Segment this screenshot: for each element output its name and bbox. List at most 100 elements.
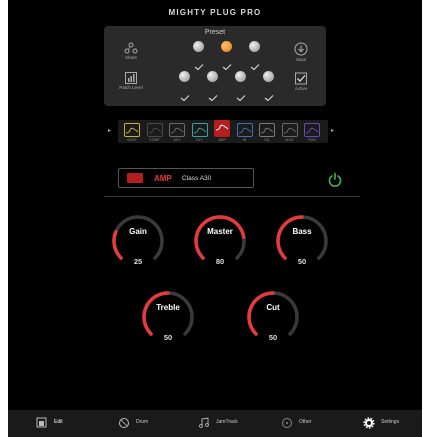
patch-level-icon — [125, 72, 137, 84]
bass-knob-level — [276, 215, 304, 260]
amp-name: AMP — [154, 174, 172, 183]
fx-block-amp[interactable] — [214, 120, 230, 137]
gear-icon — [363, 417, 375, 429]
fx-comp-icon — [148, 127, 161, 134]
preset-2-button[interactable] — [221, 41, 232, 52]
fx-block-comp[interactable] — [146, 123, 163, 137]
app-title: MIGHTY PLUG PRO — [168, 8, 262, 17]
save-icon — [294, 42, 308, 56]
fx-amp-icon — [215, 124, 229, 131]
treble-knob-level — [142, 291, 170, 336]
preset-7-button[interactable] — [263, 71, 274, 82]
share-button[interactable]: Share — [116, 42, 146, 60]
tab-jamtrack-label: JamTrack — [216, 419, 238, 425]
tab-edit-label: Edit — [54, 419, 63, 425]
master-knob-value: 80 — [215, 257, 225, 266]
fx-label-gate: GATE — [127, 138, 137, 142]
preset-7-check-icon — [264, 88, 274, 102]
gain-knob[interactable]: Gain 25 — [108, 211, 168, 271]
bass-knob[interactable]: Bass 50 — [272, 211, 332, 271]
tab-other-label: Other — [299, 419, 312, 425]
patch-level-label: Patch Level — [119, 85, 143, 90]
amp-model: Class A30 — [182, 175, 212, 182]
power-icon — [328, 172, 342, 187]
gain-knob-label: Gain — [129, 227, 147, 236]
bottom-tab-bar: Edit Drum JamTrack Other Settings — [8, 410, 422, 437]
amp-selector[interactable]: AMP Class A30 — [118, 168, 254, 188]
preset-6-button[interactable] — [235, 71, 246, 82]
drum-icon — [119, 418, 129, 428]
treble-knob-label: Treble — [156, 303, 180, 312]
cut-knob-level — [247, 291, 275, 336]
treble-knob[interactable]: Treble 50 — [138, 287, 198, 347]
fx-ir-icon — [238, 127, 251, 134]
share-label: Share — [124, 55, 137, 60]
edit-icon — [36, 417, 47, 428]
fx-label-comp: COMP — [149, 138, 160, 142]
tab-settings-label: Settings — [381, 419, 400, 425]
fx-label-efx: EFX — [173, 138, 181, 142]
preset-5-button[interactable] — [207, 71, 218, 82]
tab-edit[interactable]: Edit — [36, 410, 106, 437]
fx-rvb-icon — [305, 127, 319, 134]
tab-drum-label: Drum — [136, 419, 149, 425]
preset-5-check-icon — [208, 88, 218, 102]
patch-level-button[interactable]: Patch Level — [116, 72, 146, 90]
fx-gate-icon — [125, 127, 139, 134]
divider — [104, 196, 360, 197]
fx-block-eq[interactable] — [259, 123, 275, 137]
fx-label-rvb: RVB — [308, 138, 316, 142]
tab-settings[interactable]: Settings — [363, 410, 422, 437]
master-knob[interactable]: Master 80 — [190, 211, 250, 271]
bass-knob-value: 50 — [297, 257, 307, 266]
preset-3-button[interactable] — [249, 41, 260, 52]
fx-block-efx[interactable] — [169, 123, 185, 137]
bass-knob-label: Bass — [292, 227, 312, 236]
fx-label-amp: AMP — [218, 138, 226, 142]
fx-label-ir: IR — [242, 138, 247, 142]
preset-1-button[interactable] — [193, 41, 204, 52]
share-icon — [124, 42, 138, 54]
preset-1-check-icon — [194, 57, 204, 71]
tab-jamtrack[interactable]: JamTrack — [198, 410, 268, 437]
power-button[interactable] — [328, 172, 342, 192]
preset-label: Preset — [204, 29, 226, 36]
save-label: Save — [295, 57, 307, 62]
fx-block-gate[interactable] — [124, 123, 140, 137]
active-checkbox-icon — [295, 72, 307, 85]
preset-2-check-icon — [222, 57, 232, 71]
fx-label-eq: EQ — [264, 138, 270, 142]
tab-other[interactable]: Other — [281, 410, 351, 437]
preset-4-button[interactable] — [179, 71, 190, 82]
fx-mod-icon — [283, 127, 296, 134]
chain-right-arrow-icon[interactable]: ▸ — [331, 127, 334, 134]
preset-panel: Preset Share Patch Level Save Active — [104, 26, 326, 106]
fx-block-rvb[interactable] — [304, 123, 320, 137]
fx-dly-icon — [193, 127, 206, 134]
active-toggle[interactable]: Active — [286, 72, 316, 91]
fx-label-dly: DLY — [196, 138, 203, 142]
amp-icon — [127, 173, 143, 183]
fx-block-ir[interactable] — [236, 123, 253, 137]
fx-label-mod: MOD — [285, 138, 294, 142]
fx-block-mod[interactable] — [281, 123, 298, 137]
save-button[interactable]: Save — [286, 42, 316, 62]
gain-knob-track — [112, 215, 164, 260]
cut-knob-value: 50 — [268, 333, 278, 342]
master-knob-label: Master — [207, 227, 233, 236]
preset-3-check-icon — [250, 57, 260, 71]
app-screen: MIGHTY PLUG PRO Preset Share Patch Level — [8, 0, 422, 437]
preset-4-check-icon — [180, 88, 190, 102]
fx-block-dly[interactable] — [191, 123, 208, 137]
cut-knob[interactable]: Cut 50 — [243, 287, 303, 347]
gain-knob-value: 25 — [133, 257, 143, 266]
preset-6-check-icon — [236, 88, 246, 102]
fx-efx-icon — [170, 127, 184, 134]
jamtrack-icon — [199, 417, 209, 428]
tab-drum[interactable]: Drum — [118, 410, 188, 437]
fx-eq-icon — [260, 127, 274, 134]
signal-chain: GATE COMP EFX DLY AMP IR EQ MOD RVB — [118, 120, 328, 143]
cut-knob-label: Cut — [266, 303, 280, 312]
master-knob-level — [194, 215, 246, 260]
chain-left-arrow-icon[interactable]: ▸ — [108, 127, 111, 134]
